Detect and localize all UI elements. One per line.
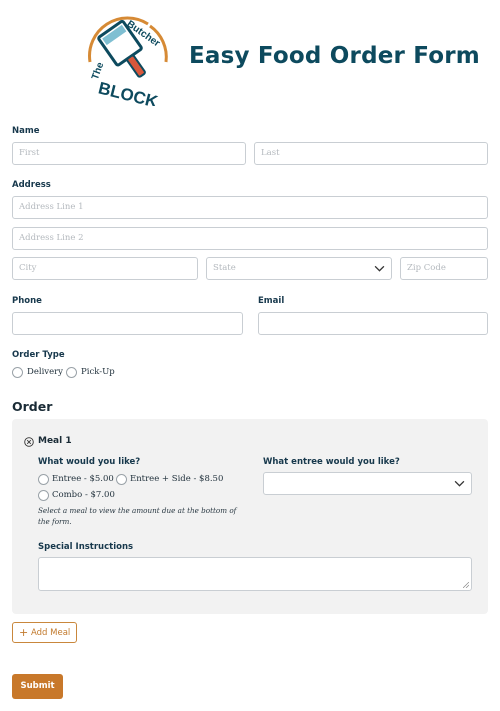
chevron-down-icon: [374, 265, 385, 272]
entree-question-label: What entree would you like?: [263, 457, 400, 467]
delivery-radio[interactable]: [12, 367, 23, 378]
plus-icon: +: [19, 626, 29, 639]
last-name-input[interactable]: Last: [254, 142, 488, 165]
meal-card: Meal 1 What would you like? Entree - $5.…: [12, 419, 488, 614]
name-label: Name: [12, 126, 40, 136]
entree-radio[interactable]: [38, 474, 49, 485]
chevron-down-icon: [454, 480, 465, 487]
meal-title: Meal 1: [38, 436, 72, 446]
add-meal-button[interactable]: + Add Meal: [12, 622, 77, 643]
delivery-radio-label: Delivery: [27, 367, 63, 377]
add-meal-label: Add Meal: [31, 628, 71, 638]
resize-handle-icon[interactable]: [463, 582, 469, 588]
entree-side-radio-label: Entree + Side - $8.50: [130, 474, 224, 484]
meal-question-label: What would you like?: [38, 457, 141, 467]
zip-code-input[interactable]: Zip Code: [400, 257, 488, 280]
entree-radio-label: Entree - $5.00: [52, 474, 114, 484]
order-type-label: Order Type: [12, 350, 65, 360]
meal-help-text: Select a meal to view the amount due at …: [38, 506, 237, 526]
special-instructions-textarea[interactable]: [38, 557, 472, 591]
state-select[interactable]: State: [206, 257, 392, 280]
svg-text:BLOCK: BLOCK: [96, 78, 160, 106]
phone-label: Phone: [12, 296, 42, 306]
state-select-value: State: [213, 263, 236, 273]
first-name-input[interactable]: First: [12, 142, 246, 165]
pickup-radio-label: Pick-Up: [81, 367, 115, 377]
city-input[interactable]: City: [12, 257, 198, 280]
submit-button[interactable]: Submit: [12, 674, 63, 699]
phone-input[interactable]: [12, 312, 243, 335]
email-label: Email: [258, 296, 285, 306]
special-instructions-label: Special Instructions: [38, 542, 134, 552]
entree-select[interactable]: [263, 472, 472, 495]
combo-radio[interactable]: [38, 490, 49, 501]
form-header: The Butcher BLOCK Easy Food Order Form: [0, 0, 500, 118]
form-title: Easy Food Order Form: [189, 43, 480, 69]
butcher-block-logo: The Butcher BLOCK: [88, 16, 168, 106]
email-input[interactable]: [258, 312, 488, 335]
entree-side-radio[interactable]: [116, 474, 127, 485]
address-label: Address: [12, 180, 51, 190]
remove-meal-icon[interactable]: [24, 437, 34, 447]
order-heading: Order: [12, 399, 53, 414]
combo-radio-label: Combo - $7.00: [52, 490, 115, 500]
address-line1-input[interactable]: Address Line 1: [12, 196, 488, 219]
address-line2-input[interactable]: Address Line 2: [12, 227, 488, 250]
pickup-radio[interactable]: [66, 367, 77, 378]
